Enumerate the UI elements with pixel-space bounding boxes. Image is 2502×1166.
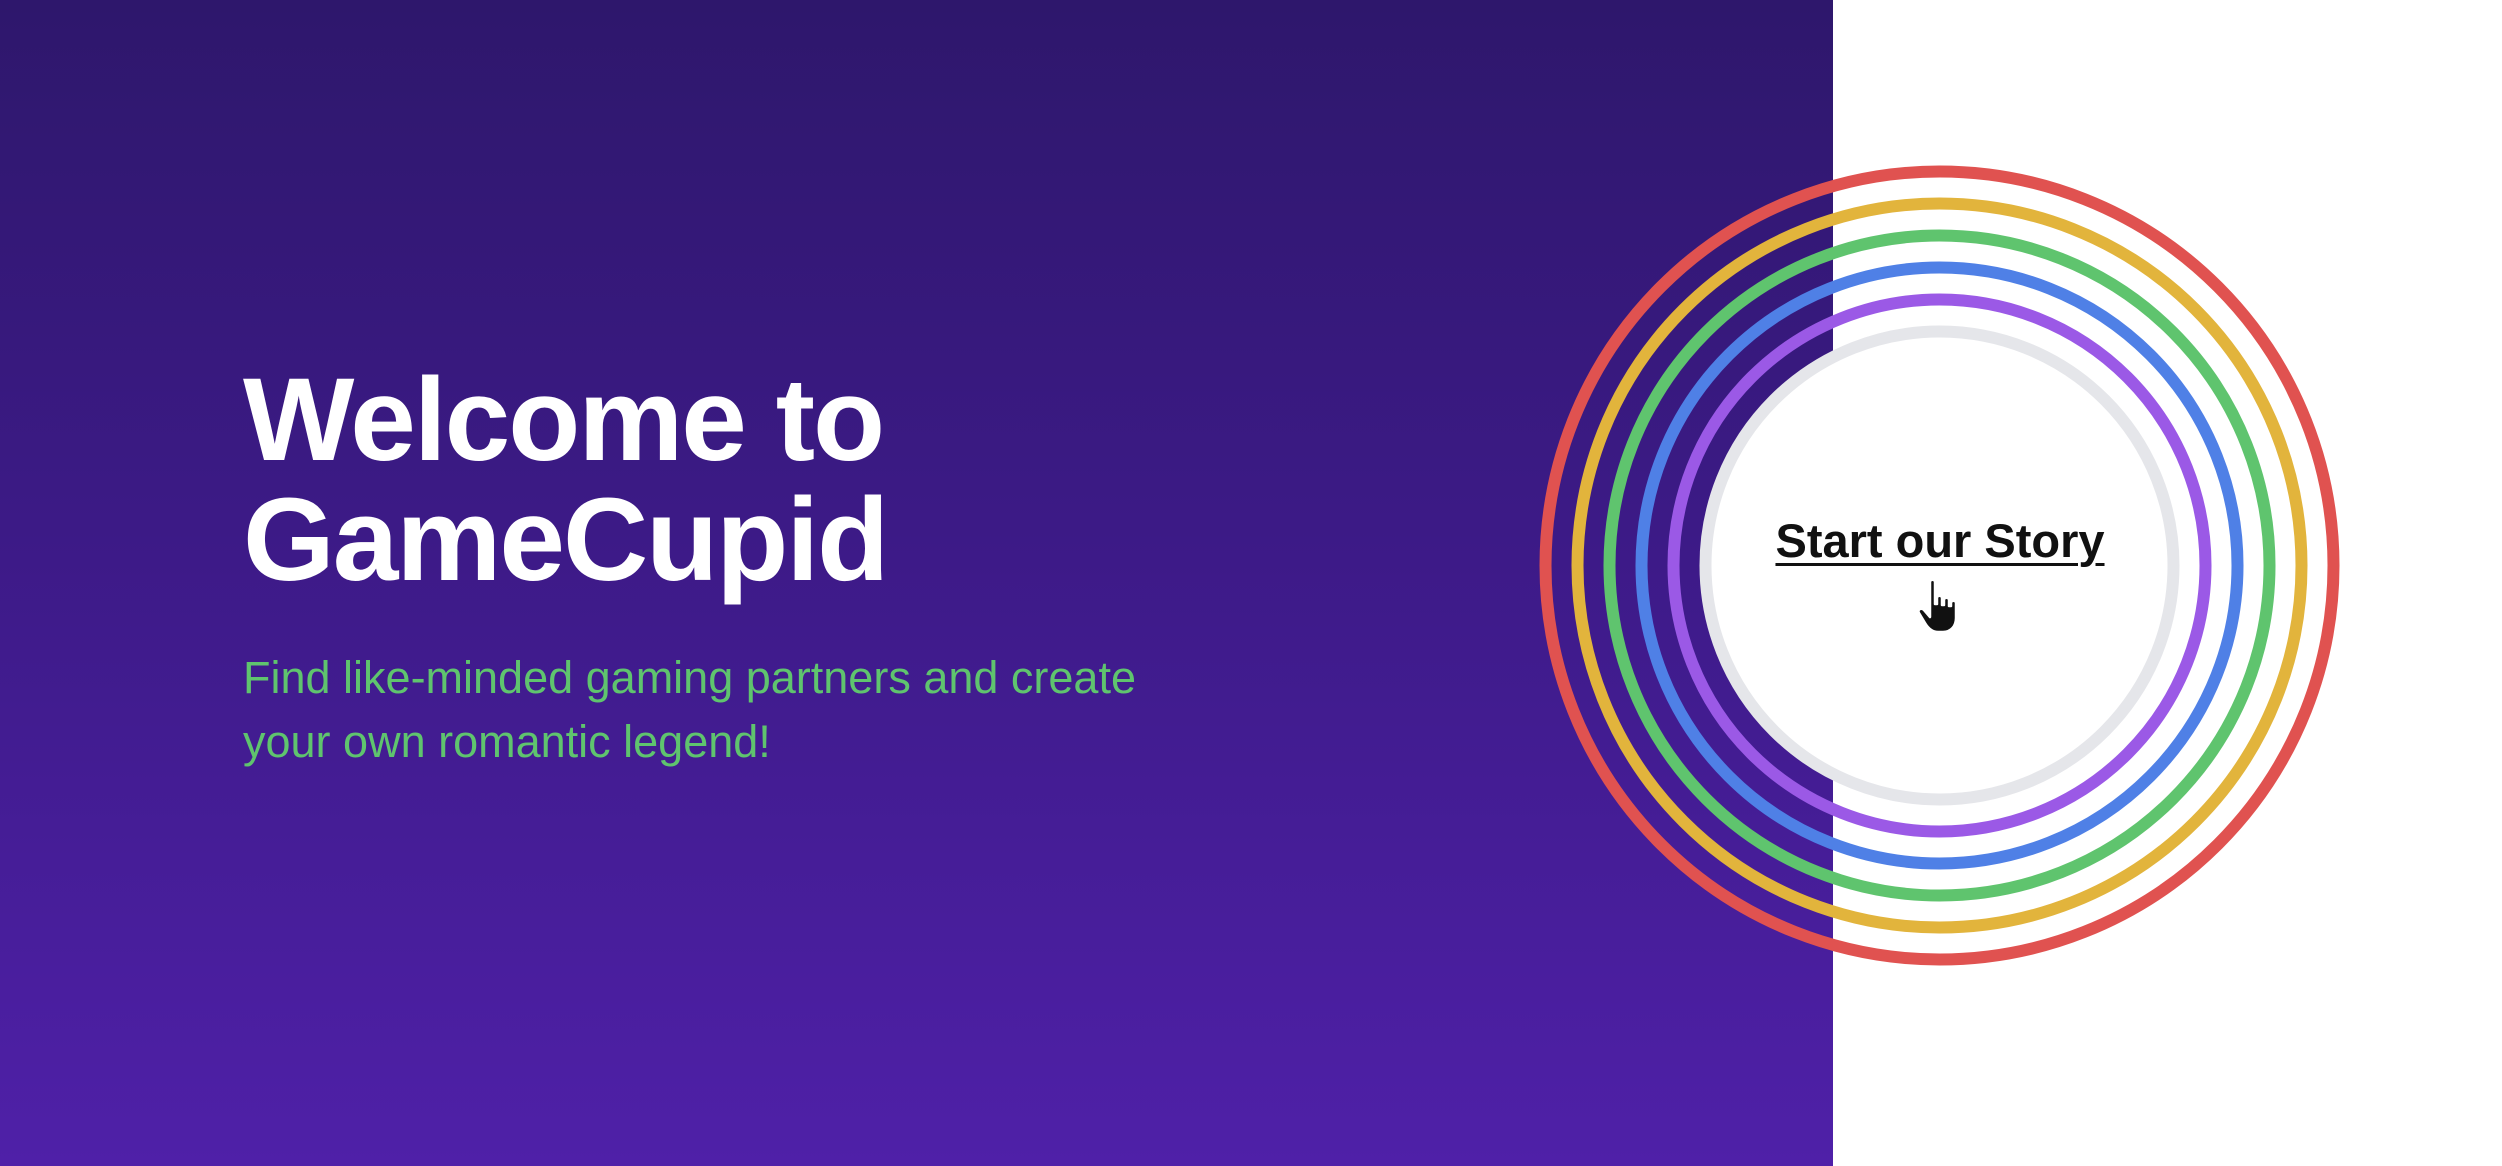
hero-subtitle: Find like-minded gaming partners and cre… [243, 646, 1223, 774]
hero-subtitle-line-2: your own romantic legend! [243, 716, 771, 767]
pointer-hand-icon [1917, 578, 1958, 634]
start-story-button[interactable]: Start our Story [1740, 500, 2140, 580]
page-title: Welcome to GameCupid [243, 360, 1143, 600]
landing-page: Welcome to GameCupid Find like-minded ga… [0, 0, 2502, 1166]
hero-subtitle-line-1: Find like-minded gaming partners and cre… [243, 652, 1136, 703]
page-title-line-1: Welcome to [243, 354, 885, 486]
page-title-line-2: GameCupid [243, 474, 889, 606]
